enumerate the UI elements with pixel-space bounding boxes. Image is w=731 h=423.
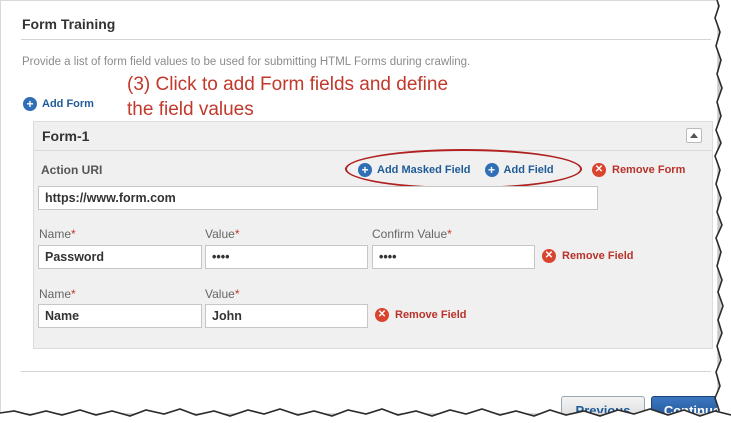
field-1-value-label: Value*	[205, 227, 240, 241]
add-masked-field-button[interactable]: + Add Masked Field	[358, 163, 471, 177]
section-title: Form Training	[22, 16, 116, 32]
add-field-button[interactable]: + Add Field	[484, 163, 554, 177]
field-1-confirm-input[interactable]	[372, 245, 535, 269]
remove-field-label: Remove Field	[562, 250, 634, 262]
add-masked-field-label: Add Masked Field	[377, 164, 471, 176]
add-form-button[interactable]: + Add Form	[23, 97, 94, 111]
collapse-button[interactable]	[686, 128, 702, 143]
torn-edge	[0, 408, 731, 423]
torn-edge	[714, 0, 731, 423]
remove-circle-icon: ✕	[542, 249, 556, 263]
callout-line-1: (3) Click to add Form fields and define	[127, 74, 449, 95]
divider	[21, 371, 711, 372]
action-uri-label: Action URI	[41, 163, 103, 177]
field-2-name-input[interactable]	[38, 304, 202, 328]
field-2-value-label: Value*	[205, 287, 240, 301]
divider	[21, 39, 711, 40]
field-2-value-input[interactable]	[205, 304, 368, 328]
field-1-confirm-label: Confirm Value*	[372, 227, 452, 241]
form-title: Form-1	[42, 128, 90, 144]
section-description: Provide a list of form field values to b…	[22, 56, 471, 68]
callout-line-2: the field values	[127, 99, 254, 120]
form-panel-header: Form-1	[34, 122, 712, 151]
remove-form-label: Remove Form	[612, 164, 686, 176]
remove-circle-icon: ✕	[592, 163, 606, 177]
add-form-label: Add Form	[42, 98, 94, 110]
action-uri-input[interactable]	[38, 186, 598, 210]
remove-field-label: Remove Field	[395, 309, 467, 321]
field-1-value-input[interactable]	[205, 245, 368, 269]
field-actions: + Add Masked Field + Add Field	[358, 163, 554, 177]
form-training-screenshot: Form Training Provide a list of form fie…	[0, 0, 718, 414]
remove-field-button[interactable]: ✕ Remove Field	[542, 249, 634, 263]
add-field-label: Add Field	[503, 164, 554, 176]
callout-annotation: (3) Click to add Form fields and define …	[127, 72, 597, 122]
field-1-name-input[interactable]	[38, 245, 202, 269]
field-2-name-label: Name*	[39, 287, 76, 301]
plus-circle-icon: +	[23, 97, 37, 111]
field-1-name-label: Name*	[39, 227, 76, 241]
remove-form-button[interactable]: ✕ Remove Form	[592, 163, 685, 177]
remove-field-button[interactable]: ✕ Remove Field	[375, 308, 467, 322]
plus-circle-icon: +	[358, 163, 372, 177]
chevron-up-icon	[690, 133, 698, 138]
plus-circle-icon: +	[484, 163, 499, 177]
remove-circle-icon: ✕	[375, 308, 389, 322]
